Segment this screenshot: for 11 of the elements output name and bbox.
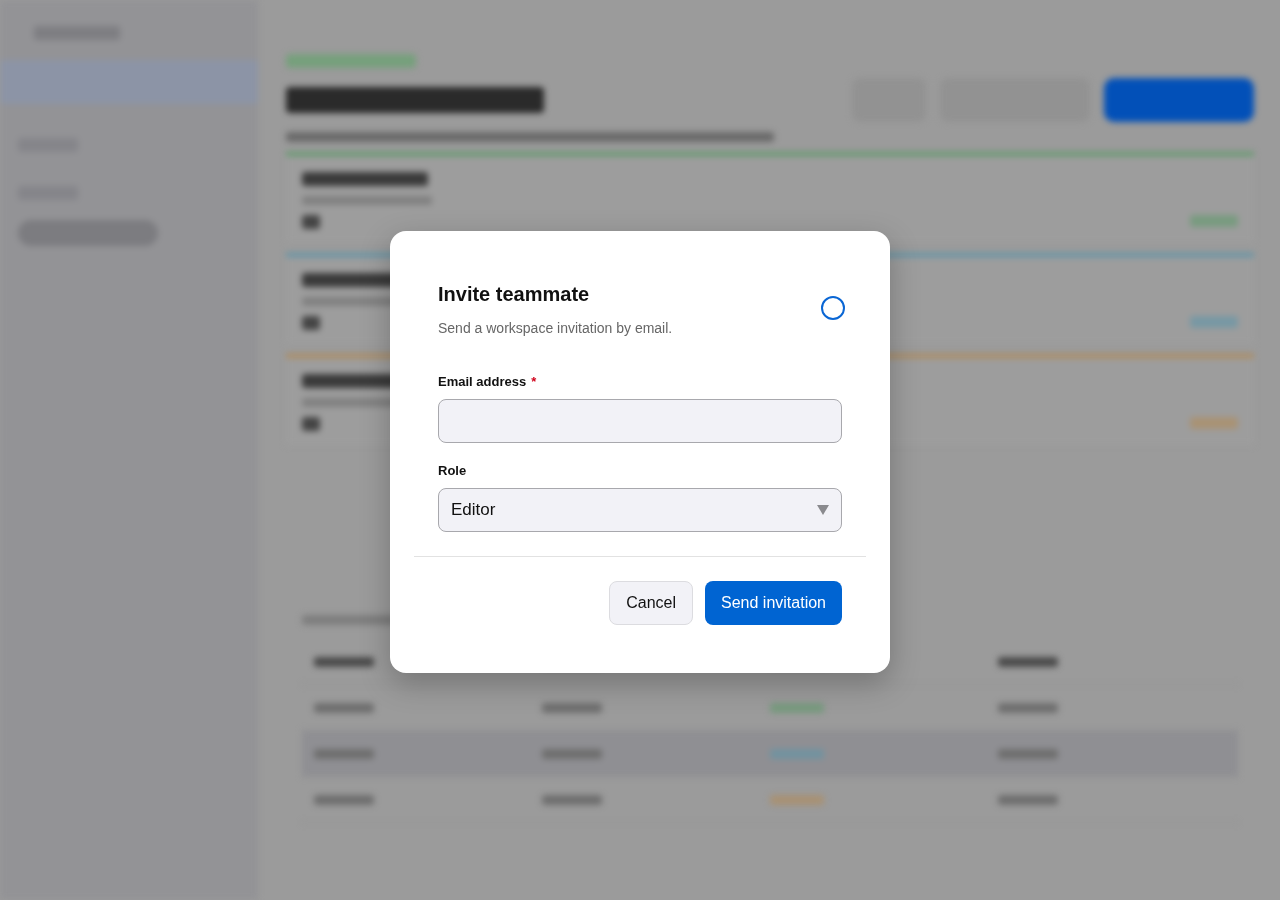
field-label: Email address (438, 374, 527, 389)
role-select[interactable]: Editor (438, 488, 842, 532)
field-label: Role (438, 463, 467, 478)
dialog-subtitle: Send a workspace invitation by email. (438, 320, 673, 336)
required-mark: * (531, 374, 537, 389)
caret-icon (817, 505, 829, 515)
send-button[interactable]: Send invitation (705, 581, 842, 625)
email-input[interactable] (438, 399, 842, 443)
dialog-title: Invite teammate (438, 283, 591, 306)
cancel-button[interactable]: Cancel (609, 581, 694, 625)
circle-icon (820, 295, 846, 321)
